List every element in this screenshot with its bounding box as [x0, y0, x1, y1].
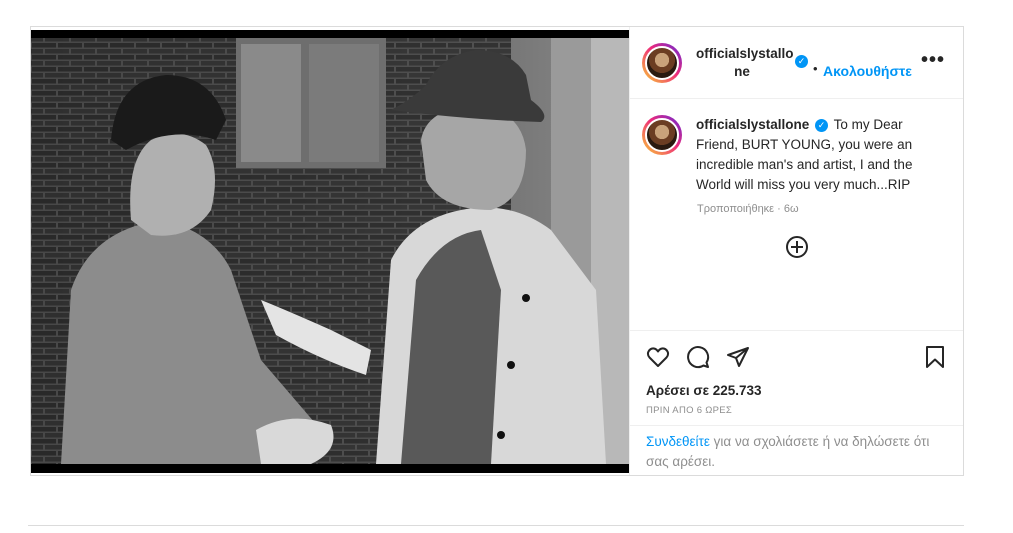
post-sidebar: officialslystallo ne ✓ • Ακολουθήστε •••…: [629, 27, 963, 475]
login-link[interactable]: Συνδεθείτε: [646, 434, 710, 449]
heart-icon[interactable]: [646, 345, 670, 369]
bookmark-icon[interactable]: [923, 345, 947, 369]
more-options-icon[interactable]: •••: [921, 50, 945, 70]
caption-username[interactable]: officialslystallone: [696, 117, 809, 132]
avatar-image: [645, 45, 679, 80]
share-icon[interactable]: [726, 345, 750, 369]
photo-image: [31, 30, 629, 473]
instagram-post: officialslystallo ne ✓ • Ακολουθήστε •••…: [30, 26, 964, 476]
follow-button[interactable]: Ακολουθήστε: [823, 63, 912, 79]
verified-badge-icon: ✓: [815, 118, 829, 132]
caption-row: officialslystallone ✓ To my Dear Friend,…: [642, 115, 951, 195]
comment-icon[interactable]: [686, 345, 710, 369]
post-media[interactable]: [31, 27, 629, 475]
caption-avatar-image: [645, 118, 679, 152]
post-header: officialslystallo ne ✓ • Ακολουθήστε •••: [630, 27, 963, 99]
caption-avatar[interactable]: [642, 115, 682, 155]
post-photo[interactable]: [31, 30, 629, 473]
caption-meta: Τροποποιήθηκε · 6ω: [697, 203, 799, 215]
post-timestamp: ΠΡΙΝ ΑΠΟ 6 ΩΡΕΣ: [646, 405, 733, 416]
verified-badge-icon: ✓: [795, 55, 808, 68]
likes-count[interactable]: Αρέσει σε 225.733: [630, 383, 963, 401]
login-prompt: Συνδεθείτε για να σχολιάσετε ή να δηλώσε…: [630, 425, 963, 475]
caption-text: officialslystallone ✓ To my Dear Friend,…: [696, 115, 936, 195]
action-bar: [630, 331, 963, 383]
plus-circle-icon[interactable]: [786, 236, 808, 258]
divider: [28, 525, 964, 526]
caption-section: officialslystallone ✓ To my Dear Friend,…: [630, 99, 963, 331]
header-separator: •: [813, 61, 818, 76]
header-username[interactable]: officialslystallo ne: [696, 45, 794, 81]
profile-avatar[interactable]: [642, 42, 682, 83]
